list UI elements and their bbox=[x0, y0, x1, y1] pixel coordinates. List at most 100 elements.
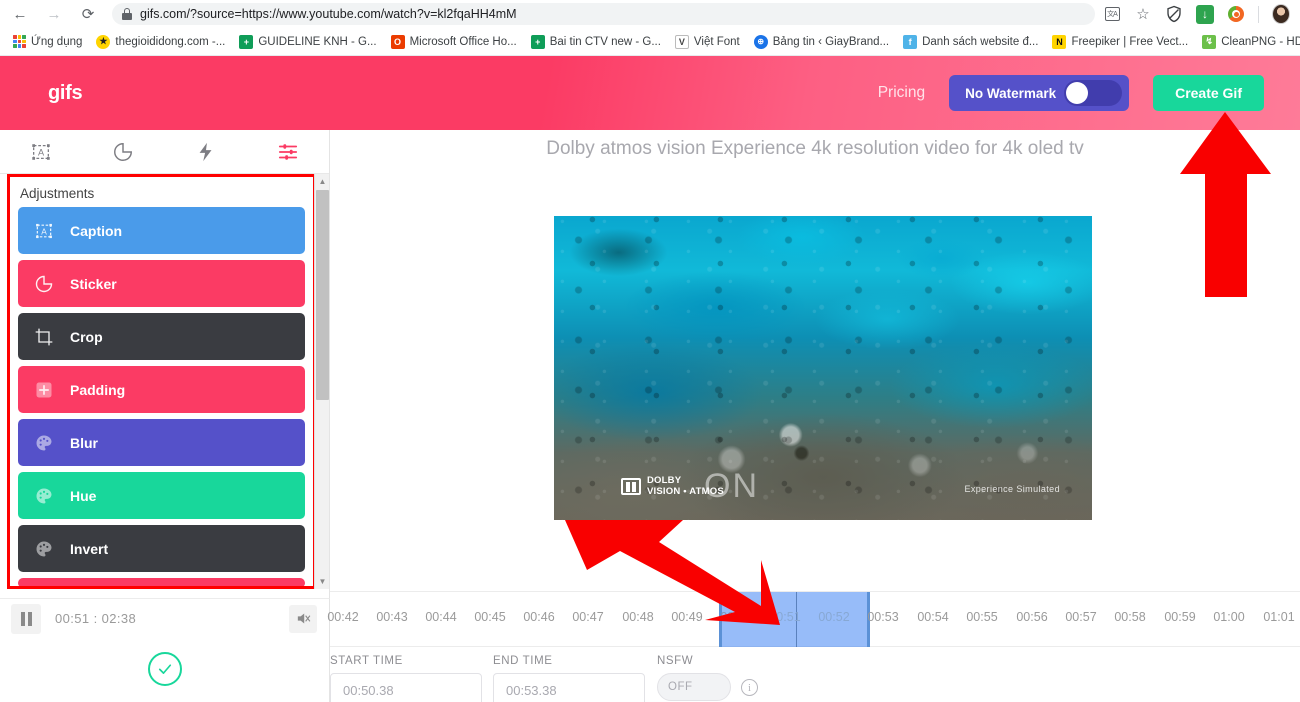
adjustment-item-padding[interactable]: Padding bbox=[18, 366, 305, 413]
header-actions: Pricing No Watermark Create Gif bbox=[878, 75, 1300, 111]
extension-icon[interactable] bbox=[1227, 5, 1245, 23]
caption-icon: A bbox=[34, 221, 54, 241]
bookmark-item[interactable]: + Bai tin CTV new - G... bbox=[524, 33, 668, 51]
bookmark-item[interactable]: V Việt Font bbox=[668, 33, 747, 51]
bookmark-label: GUIDELINE KNH - G... bbox=[258, 35, 377, 48]
nsfw-toggle[interactable]: OFF bbox=[657, 673, 731, 701]
end-time-field: END TIME 00:53.38 bbox=[493, 655, 645, 702]
info-icon[interactable]: i bbox=[741, 679, 758, 696]
current-time: 00:51 bbox=[55, 611, 90, 626]
adjustment-item-hue[interactable]: Hue bbox=[18, 472, 305, 519]
total-time: 02:38 bbox=[101, 611, 137, 626]
adjustment-item-crop[interactable]: Crop bbox=[18, 313, 305, 360]
toggle-switch[interactable] bbox=[1064, 80, 1123, 106]
confirm-panel bbox=[0, 638, 330, 702]
end-time-input[interactable]: 00:53.38 bbox=[493, 673, 645, 702]
scroll-down-arrow[interactable]: ▼ bbox=[315, 574, 330, 589]
crop-icon bbox=[34, 327, 54, 347]
bookmarks-bar: Ứng dụng ★ thegioididong.com -... + GUID… bbox=[0, 28, 1300, 56]
adjustment-label: Blur bbox=[70, 434, 98, 451]
lock-icon bbox=[122, 8, 132, 20]
no-watermark-toggle[interactable]: No Watermark bbox=[949, 75, 1130, 111]
adjustment-item-blur[interactable]: Blur bbox=[18, 419, 305, 466]
bookmark-star-icon[interactable]: ☆ bbox=[1134, 5, 1152, 23]
bookmark-label: thegioididong.com -... bbox=[115, 35, 226, 48]
bookmark-item[interactable]: ★ thegioididong.com -... bbox=[89, 33, 232, 51]
scrollbar-thumb[interactable] bbox=[316, 190, 329, 400]
timeline[interactable]: 00:42 00:43 00:44 00:45 00:46 00:47 00:4… bbox=[327, 591, 1300, 648]
adjustment-item-invert[interactable]: Invert bbox=[18, 525, 305, 572]
timeline-tick: 00:56 bbox=[1016, 610, 1048, 624]
bookmark-label: Freepiker | Free Vect... bbox=[1071, 35, 1189, 48]
overlay-note: Experience Simulated bbox=[964, 484, 1060, 494]
adjustment-item-sticker[interactable]: Sticker bbox=[18, 260, 305, 307]
caption-icon: A bbox=[32, 143, 50, 160]
timeline-tick: 00:47 bbox=[572, 610, 604, 624]
dolby-badge: DOLBY VISION • ATMOS bbox=[621, 475, 724, 497]
translate-icon[interactable]: 文A bbox=[1103, 5, 1121, 23]
start-time-input[interactable]: 00:50.38 bbox=[330, 673, 482, 702]
tab-sticker[interactable] bbox=[82, 130, 164, 173]
timeline-tick: 00:46 bbox=[523, 610, 555, 624]
bookmark-label: Bai tin CTV new - G... bbox=[549, 35, 661, 48]
svg-text:A: A bbox=[41, 226, 47, 236]
timeline-tick: 00:48 bbox=[622, 610, 654, 624]
create-gif-button[interactable]: Create Gif bbox=[1153, 75, 1264, 111]
confirm-button[interactable] bbox=[147, 652, 182, 686]
bookmark-item[interactable]: f Danh sách website đ... bbox=[896, 33, 1045, 51]
url-text: gifs.com/?source=https://www.youtube.com… bbox=[140, 7, 517, 21]
bookmark-item[interactable]: ⊕ Bảng tin ‹ GiayBrand... bbox=[747, 33, 896, 51]
adjustment-label: Caption bbox=[70, 222, 123, 239]
freepik-icon: N bbox=[1052, 34, 1067, 49]
sidebar-scrollbar[interactable]: ▲ ▼ bbox=[314, 174, 329, 589]
tab-caption[interactable]: A bbox=[0, 130, 82, 173]
cleanpng-icon: ↯ bbox=[1202, 34, 1217, 49]
site-favicon: f bbox=[903, 34, 918, 49]
adjustment-label: Sticker bbox=[70, 275, 117, 292]
tab-effects[interactable] bbox=[165, 130, 247, 173]
pricing-link[interactable]: Pricing bbox=[878, 84, 925, 102]
nsfw-label: NSFW bbox=[657, 655, 694, 667]
timeline-tick: 00:57 bbox=[1065, 610, 1097, 624]
adjustment-label: Invert bbox=[70, 540, 109, 557]
forward-button[interactable]: → bbox=[44, 4, 64, 24]
lightning-icon bbox=[199, 142, 212, 161]
adjustment-label: Crop bbox=[70, 328, 103, 345]
editor-sidebar: A Adjustments A Caption Sticker Crop Pad… bbox=[0, 130, 330, 598]
download-icon[interactable]: ↓ bbox=[1196, 4, 1214, 24]
bookmark-label: CleanPNG - HD png... bbox=[1221, 35, 1300, 48]
video-preview[interactable]: ON DOLBY VISION • ATMOS Experience Simul… bbox=[554, 216, 1092, 520]
start-time-field: START TIME 00:50.38 bbox=[330, 655, 482, 702]
bookmark-item[interactable]: N Freepiker | Free Vect... bbox=[1045, 33, 1195, 51]
timeline-tick: 01:00 bbox=[1213, 610, 1245, 624]
bookmark-item[interactable]: ↯ CleanPNG - HD png... bbox=[1195, 33, 1300, 51]
mute-button[interactable] bbox=[289, 604, 317, 633]
bookmark-label: Ứng dụng bbox=[31, 35, 83, 48]
tab-adjustments[interactable] bbox=[247, 130, 329, 173]
adjustment-label: Padding bbox=[70, 381, 126, 398]
no-watermark-label: No Watermark bbox=[965, 85, 1057, 101]
toggle-knob bbox=[1066, 82, 1089, 104]
profile-avatar[interactable] bbox=[1272, 4, 1290, 24]
reload-button[interactable]: ⟳ bbox=[78, 4, 98, 24]
shield-icon[interactable] bbox=[1165, 5, 1183, 23]
address-bar[interactable]: gifs.com/?source=https://www.youtube.com… bbox=[112, 3, 1095, 25]
pause-button[interactable] bbox=[11, 603, 41, 634]
bookmark-label: Việt Font bbox=[693, 35, 740, 48]
bookmark-item[interactable]: + GUIDELINE KNH - G... bbox=[232, 33, 383, 51]
back-button[interactable]: ← bbox=[10, 4, 30, 24]
adjustment-item-partial[interactable] bbox=[18, 578, 305, 586]
video-editor-main: Dolby atmos vision Experience 4k resolut… bbox=[330, 130, 1300, 598]
timeline-tick: 00:55 bbox=[966, 610, 998, 624]
gifs-logo[interactable]: gifs bbox=[48, 82, 83, 105]
nsfw-field: NSFW OFF i bbox=[657, 655, 758, 701]
check-icon bbox=[158, 664, 171, 674]
bookmark-item[interactable]: Ứng dụng bbox=[6, 33, 89, 50]
bookmark-label: Bảng tin ‹ GiayBrand... bbox=[772, 35, 890, 48]
adjustment-item-caption[interactable]: A Caption bbox=[18, 207, 305, 254]
vietfont-icon: V bbox=[674, 34, 689, 49]
dolby-text: DOLBY VISION • ATMOS bbox=[647, 475, 724, 497]
scroll-up-arrow[interactable]: ▲ bbox=[315, 174, 330, 189]
bookmark-item[interactable]: O Microsoft Office Ho... bbox=[384, 33, 524, 51]
timeline-track[interactable]: 00:42 00:43 00:44 00:45 00:46 00:47 00:4… bbox=[327, 592, 1300, 648]
